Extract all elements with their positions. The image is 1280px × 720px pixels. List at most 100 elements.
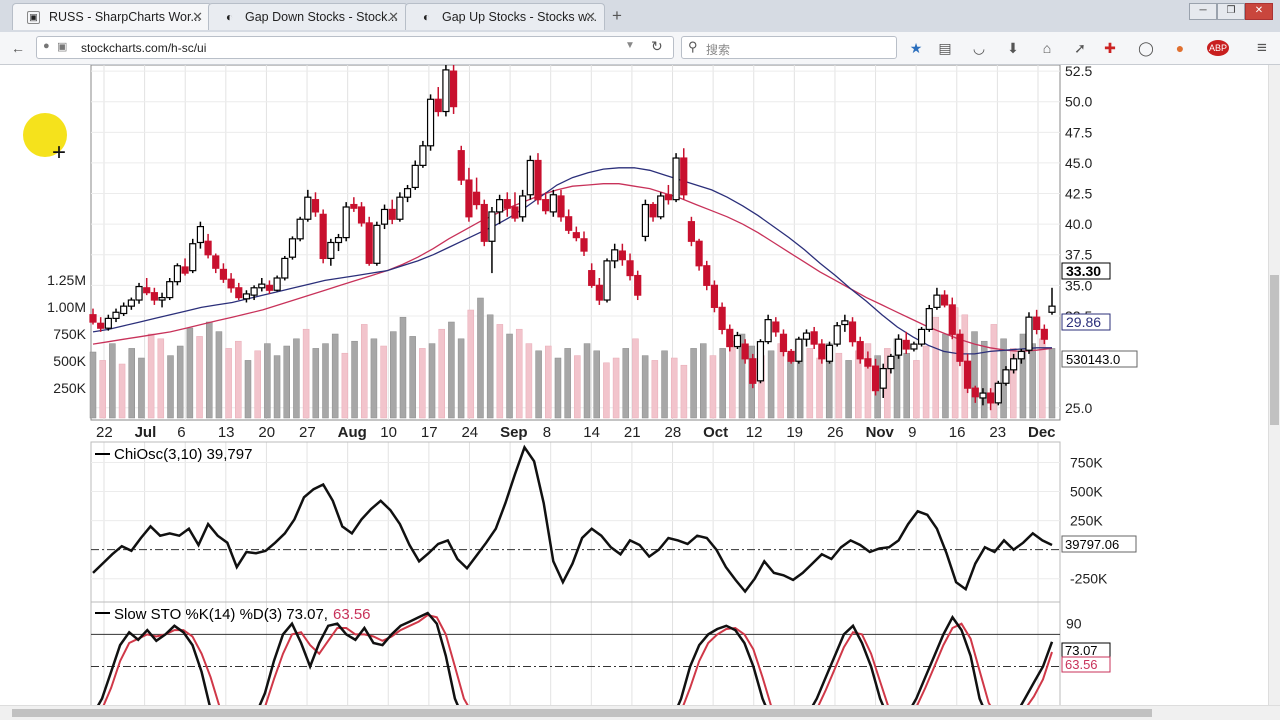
volume-bar (515, 328, 523, 419)
volume-bar (913, 360, 920, 419)
candle-body (373, 224, 381, 264)
candle-body (434, 98, 442, 113)
chiosc-value-label: 39797.06 (1065, 537, 1119, 552)
volume-bar (225, 348, 232, 419)
candle-body (825, 344, 834, 362)
close-tab-icon[interactable]: ✕ (388, 9, 399, 25)
date-label: 10 (380, 424, 397, 441)
candle-body (380, 208, 389, 225)
candle-body (833, 325, 841, 345)
horizontal-scrollbar-thumb[interactable] (12, 709, 1152, 717)
vertical-scrollbar-thumb[interactable] (1270, 275, 1279, 425)
candle-body (542, 199, 550, 212)
sto-title-d: 63.56 (333, 606, 371, 623)
candle-body (127, 299, 135, 307)
date-label: 6 (177, 424, 185, 441)
volume-bar (215, 331, 223, 419)
volume-tick-label: 1.00M (47, 299, 86, 315)
sto-tick-label: 90 (1066, 616, 1082, 632)
new-tab-button[interactable]: + (612, 6, 622, 26)
candle-body (250, 287, 258, 296)
reload-icon[interactable]: ↻ (651, 38, 663, 55)
restore-button[interactable]: ❐ (1217, 3, 1245, 20)
candle-body (411, 164, 419, 189)
dropdown-arrow-icon[interactable]: ▼ (625, 40, 635, 51)
horizontal-scrollbar[interactable] (0, 705, 1280, 720)
date-label: Aug (338, 424, 367, 441)
search-bar[interactable]: ⚲ 搜索 (681, 36, 897, 59)
url-text: stockcharts.com/h-sc/ui (81, 41, 207, 55)
candle-body (204, 240, 212, 256)
volume-bar (506, 333, 513, 419)
volume-bar (603, 362, 610, 419)
candle-body (1025, 316, 1033, 351)
vertical-scrollbar[interactable] (1268, 65, 1280, 705)
minimize-button[interactable]: ─ (1189, 3, 1217, 20)
candle-body (219, 268, 228, 280)
date-label: 26 (827, 424, 844, 441)
share-icon[interactable]: ➚ (1070, 38, 1090, 58)
date-label: 23 (989, 424, 1006, 441)
candle-body (426, 98, 435, 147)
firefox-account-icon[interactable]: ● (1170, 38, 1190, 58)
candle-body (917, 328, 926, 345)
volume-bar (903, 352, 910, 419)
volume-bar (331, 333, 339, 419)
candle-body (304, 196, 312, 220)
candle-body (772, 321, 780, 333)
volume-bar (264, 343, 271, 419)
back-arrow-icon[interactable]: ← (8, 38, 28, 58)
volume-bar (467, 309, 475, 419)
candle-body (265, 284, 274, 291)
candle-body (779, 333, 788, 353)
sto-k-label: 73.07 (1065, 643, 1098, 658)
reading-list-icon[interactable]: ▤ (935, 38, 955, 58)
tab-gap-up-stocks[interactable]: ◐ Gap Up Stocks - Stocks w... ✕ (405, 3, 605, 30)
candle-body (864, 358, 872, 367)
close-tab-icon[interactable]: ✕ (585, 9, 596, 25)
candle-body (848, 321, 857, 343)
candle-body (166, 281, 174, 299)
date-label: 17 (421, 424, 438, 441)
volume-bar (448, 321, 455, 419)
volume-bar (1029, 343, 1036, 419)
volume-bar (1048, 348, 1056, 419)
price-tick-label: 40.0 (1065, 216, 1092, 232)
chat-icon[interactable]: ◯ (1136, 38, 1156, 58)
search-input[interactable]: 搜索 (706, 41, 730, 58)
volume-bar (622, 348, 630, 419)
candle-body (680, 157, 688, 196)
pocket-icon[interactable]: ◡ (969, 38, 989, 58)
addon-icon[interactable]: ✚ (1100, 38, 1120, 58)
price-tick-label: 45.0 (1065, 155, 1092, 171)
download-icon[interactable]: ⬇ (1003, 38, 1023, 58)
volume-bar (1039, 338, 1046, 419)
date-label: Jul (135, 424, 157, 441)
candle-body (649, 203, 657, 218)
candle-body (726, 328, 734, 348)
volume-bar (380, 345, 387, 419)
tab-russ-sharpcharts[interactable]: ▣ RUSS - SharpCharts Wor... ✕ (12, 3, 212, 30)
bookmark-star-icon[interactable]: ★ (906, 38, 926, 58)
window-close-button[interactable]: ✕ (1245, 3, 1273, 20)
candle-body (227, 278, 235, 289)
adblock-icon[interactable]: ABP (1204, 38, 1232, 58)
candle-body (473, 191, 481, 206)
home-icon[interactable]: ⌂ (1037, 38, 1057, 58)
close-tab-icon[interactable]: ✕ (192, 9, 203, 25)
site-info-icon[interactable]: ● (43, 40, 50, 52)
candle-body (994, 382, 1002, 404)
volume-tick-label: 750K (53, 326, 86, 342)
volume-bar (109, 343, 116, 419)
volume-bar (128, 348, 135, 419)
candle-body (534, 159, 542, 201)
address-bar[interactable]: ● ▣ stockcharts.com/h-sc/ui ▼ ↻ (36, 36, 674, 59)
volume-bar (729, 340, 736, 419)
candle-body (657, 195, 665, 218)
candle-body (887, 355, 895, 370)
volume-bar (670, 357, 678, 419)
volume-bar (700, 343, 707, 419)
volume-bar (341, 352, 349, 419)
menu-icon[interactable]: ≡ (1252, 38, 1272, 58)
tab-gap-down-stocks[interactable]: ◐ Gap Down Stocks - Stock... ✕ (208, 3, 408, 30)
